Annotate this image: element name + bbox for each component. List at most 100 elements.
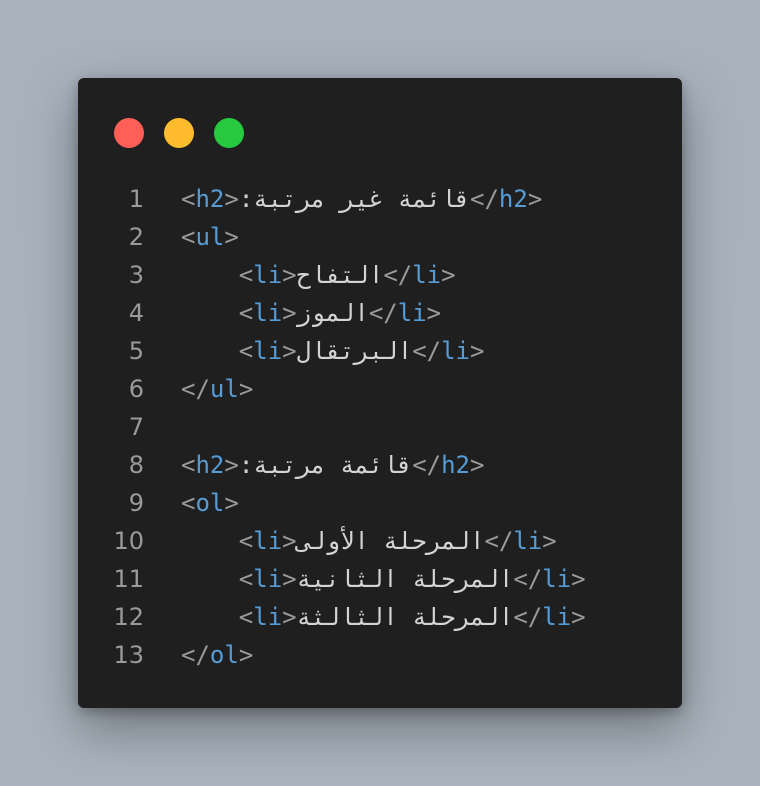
text-content: المرحلة الثانية <box>296 565 514 593</box>
tag-bracket: > <box>282 261 297 289</box>
line-number: 12 <box>113 603 144 631</box>
tag-bracket: < <box>181 451 196 479</box>
code-line: 10 <li>المرحلة الأولى</li> <box>78 522 682 560</box>
line-source: </ul> <box>181 370 253 408</box>
line-number: 1 <box>128 185 144 213</box>
tag-name: li <box>253 261 283 289</box>
tag-bracket: > <box>441 261 456 289</box>
line-source: <li>المرحلة الثانية</li> <box>181 560 586 598</box>
tag-name: li <box>253 527 283 555</box>
tag-bracket: < <box>238 603 254 631</box>
tag-name: li <box>253 565 283 593</box>
line-number: 9 <box>128 489 144 517</box>
line-source: <li>الموز</li> <box>181 294 441 332</box>
tag-name: li <box>253 603 283 631</box>
code-line: 8 <h2>قائمة مرتبة:</h2> <box>78 446 682 484</box>
tag-bracket: </ <box>181 375 210 403</box>
text-content: قائمة مرتبة: <box>238 451 413 479</box>
tag-name: h2 <box>441 451 471 479</box>
tag-bracket: > <box>426 299 442 327</box>
tag-bracket: </ <box>470 185 499 213</box>
tag-bracket: > <box>224 451 239 479</box>
code-window: 1 <h2>قائمة غير مرتبة:</h2> 2 <ul> 3 <li>الت… <box>78 78 682 708</box>
tag-bracket: > <box>542 527 557 555</box>
line-number: 5 <box>128 337 144 365</box>
tag-bracket: </ <box>412 337 442 365</box>
tag-bracket: > <box>224 223 239 251</box>
tag-bracket: > <box>238 375 254 403</box>
tag-name: li <box>441 337 471 365</box>
code-line: 2 <ul> <box>78 218 682 256</box>
line-number: 4 <box>128 299 144 327</box>
tag-bracket: < <box>238 337 254 365</box>
tag-name: li <box>513 527 543 555</box>
tag-name: h2 <box>195 185 225 213</box>
code-line: 5 <li>البرتقال</li> <box>78 332 682 370</box>
tag-bracket: > <box>282 527 297 555</box>
line-number: 8 <box>128 451 144 479</box>
line-source: <li>التفاح</li> <box>181 256 456 294</box>
tag-bracket: < <box>181 223 196 251</box>
tag-bracket: > <box>282 603 297 631</box>
text-content: المرحلة الثالثة <box>296 603 514 631</box>
tag-name: ul <box>195 223 225 251</box>
tag-bracket: > <box>470 451 485 479</box>
tag-bracket: < <box>238 565 254 593</box>
text-content: البرتقال <box>296 337 413 365</box>
tag-bracket: </ <box>513 565 543 593</box>
code-line: 9 <ol> <box>78 484 682 522</box>
tag-bracket: > <box>470 337 485 365</box>
tag-bracket: > <box>282 299 297 327</box>
tag-bracket: < <box>238 299 254 327</box>
tag-bracket: < <box>238 261 254 289</box>
tag-name: ol <box>209 641 239 669</box>
code-line: 3 <li>التفاح</li> <box>78 256 682 294</box>
tag-bracket: < <box>238 527 254 555</box>
tag-bracket: </ <box>412 451 442 479</box>
line-source: <li>المرحلة الأولى</li> <box>181 522 557 560</box>
text-content: المرحلة الأولى <box>296 527 485 555</box>
tag-bracket: </ <box>484 527 514 555</box>
code-line: 6 </ul> <box>78 370 682 408</box>
close-dot-icon[interactable] <box>114 118 144 148</box>
line-number: 13 <box>113 641 144 669</box>
line-source: <li>البرتقال</li> <box>181 332 485 370</box>
tag-bracket: </ <box>513 603 543 631</box>
text-content: قائمة غير مرتبة: <box>238 185 470 213</box>
tag-name: li <box>253 337 283 365</box>
tag-bracket: > <box>282 337 297 365</box>
code-line: 13 </ol> <box>78 636 682 674</box>
line-source: <ol> <box>181 484 239 522</box>
code-line: 1 <h2>قائمة غير مرتبة:</h2> <box>78 180 682 218</box>
line-number: 3 <box>128 261 144 289</box>
tag-name: h2 <box>195 451 225 479</box>
code-editor[interactable]: 1 <h2>قائمة غير مرتبة:</h2> 2 <ul> 3 <li>الت… <box>78 180 682 674</box>
line-number: 2 <box>128 223 144 251</box>
tag-bracket: > <box>527 185 543 213</box>
tag-bracket: </ <box>181 641 210 669</box>
line-source: </ol> <box>181 636 253 674</box>
tag-bracket: > <box>282 565 297 593</box>
code-line: 4 <li>الموز</li> <box>78 294 682 332</box>
minimize-dot-icon[interactable] <box>164 118 194 148</box>
tag-name: ul <box>209 375 239 403</box>
line-number: 11 <box>113 565 144 593</box>
maximize-dot-icon[interactable] <box>214 118 244 148</box>
text-content: الموز <box>296 299 369 327</box>
tag-bracket: </ <box>383 261 413 289</box>
tag-bracket: < <box>181 489 196 517</box>
line-source: <ul> <box>181 218 239 256</box>
tag-name: li <box>412 261 442 289</box>
line-source: <li>المرحلة الثالثة</li> <box>181 598 586 636</box>
tag-bracket: > <box>571 565 586 593</box>
tag-bracket: > <box>238 641 254 669</box>
line-source: <h2>قائمة غير مرتبة:</h2> <box>181 180 542 218</box>
tag-bracket: < <box>181 185 196 213</box>
tag-bracket: > <box>571 603 586 631</box>
line-number: 7 <box>128 413 144 441</box>
line-source: <h2>قائمة مرتبة:</h2> <box>181 446 484 484</box>
